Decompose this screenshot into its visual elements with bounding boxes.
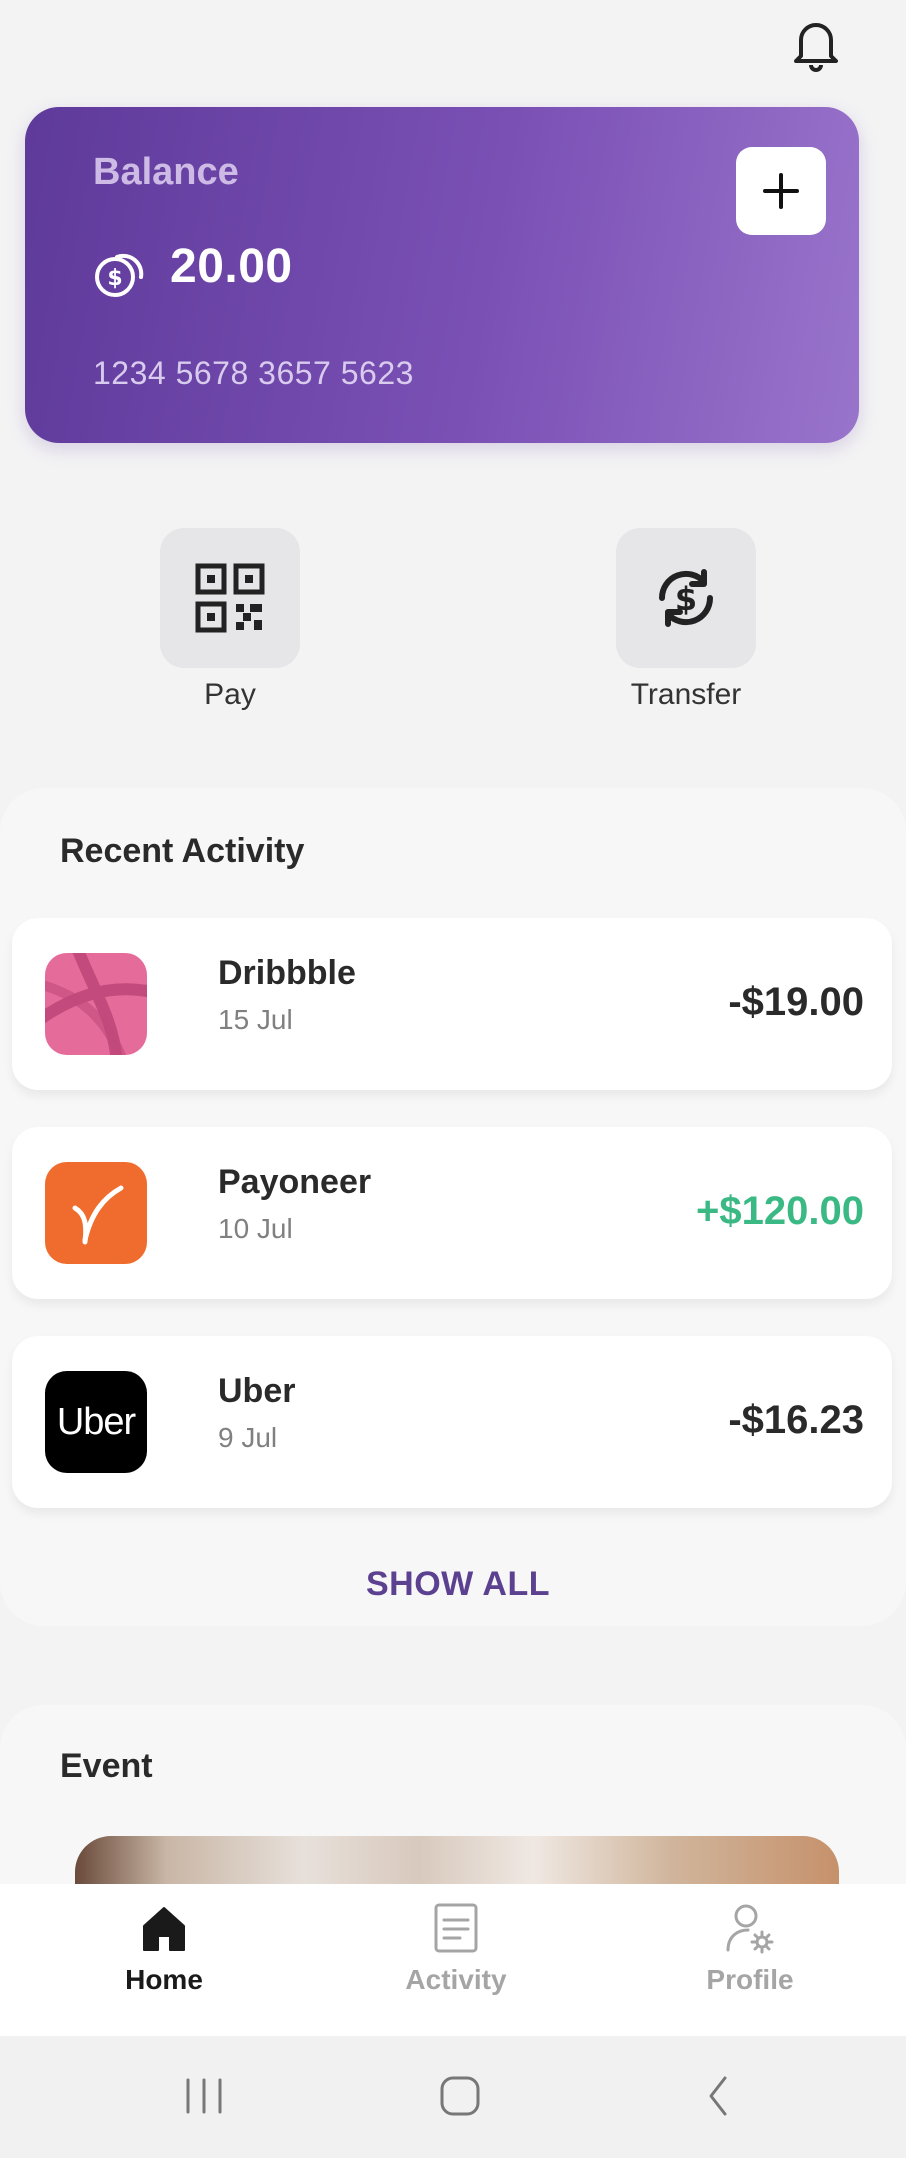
transaction-amount: +$120.00 xyxy=(696,1189,864,1233)
pay-action[interactable]: Pay xyxy=(160,528,300,712)
pay-button[interactable] xyxy=(160,528,300,668)
svg-text:$: $ xyxy=(675,580,697,618)
recent-activity-title: Recent Activity xyxy=(60,832,305,870)
transaction-name: Payoneer xyxy=(218,1163,372,1201)
qr-code-icon xyxy=(195,563,265,633)
pay-label: Pay xyxy=(204,678,256,711)
system-home-button[interactable] xyxy=(420,2064,500,2128)
home-icon xyxy=(143,1907,185,1951)
transfer-label: Transfer xyxy=(630,678,742,711)
tab-activity-label: Activity xyxy=(405,1964,507,1995)
plus-icon xyxy=(763,173,799,209)
recent-apps-button[interactable] xyxy=(164,2064,244,2128)
dribbble-logo xyxy=(45,953,147,1055)
payoneer-logo xyxy=(45,1162,147,1264)
transaction-row-uber[interactable]: Uber Uber 9 Jul -$16.23 xyxy=(12,1336,892,1508)
transaction-date: 10 Jul xyxy=(218,1213,293,1244)
transaction-amount: -$19.00 xyxy=(728,980,864,1024)
add-funds-button[interactable] xyxy=(736,147,826,235)
transaction-date: 15 Jul xyxy=(218,1004,293,1035)
system-navigation-bar xyxy=(0,2036,906,2158)
bottom-navigation: Home Activity Profile xyxy=(0,1884,906,2036)
dollar-coins-icon: $ xyxy=(95,253,144,297)
transaction-row-payoneer[interactable]: Payoneer 10 Jul +$120.00 xyxy=(12,1127,892,1299)
balance-amount: 20.00 xyxy=(170,240,293,293)
tab-profile-label: Profile xyxy=(706,1964,794,1995)
dollar-exchange-icon: $ xyxy=(658,569,714,627)
recent-apps-icon xyxy=(186,2078,222,2114)
home-circle-icon xyxy=(440,2076,480,2116)
transaction-date: 9 Jul xyxy=(218,1422,278,1453)
document-icon xyxy=(434,1903,478,1953)
transfer-action[interactable]: $ Transfer xyxy=(616,528,756,712)
uber-logo: Uber xyxy=(45,1371,147,1473)
event-title: Event xyxy=(60,1747,153,1785)
notifications-button[interactable] xyxy=(788,14,844,74)
system-back-button[interactable] xyxy=(678,2064,758,2128)
card-number: 1234 5678 3657 5623 xyxy=(93,355,414,391)
tab-home-label: Home xyxy=(125,1964,203,1995)
tab-activity[interactable]: Activity xyxy=(366,1902,546,2022)
transaction-name: Dribbble xyxy=(218,954,356,992)
balance-card: Balance $ 20.00 1234 5678 3657 5623 xyxy=(25,107,859,443)
transfer-button[interactable]: $ xyxy=(616,528,756,668)
back-icon xyxy=(709,2076,727,2116)
balance-label: Balance xyxy=(93,151,239,193)
tab-profile[interactable]: Profile xyxy=(660,1902,840,2022)
transaction-name: Uber xyxy=(218,1372,296,1410)
tab-home[interactable]: Home xyxy=(74,1902,254,2022)
user-settings-icon xyxy=(726,1904,774,1954)
bell-icon xyxy=(794,23,838,72)
transaction-amount: -$16.23 xyxy=(728,1398,864,1442)
transaction-row-dribbble[interactable]: Dribbble 15 Jul -$19.00 xyxy=(12,918,892,1090)
svg-text:$: $ xyxy=(107,266,122,291)
show-all-button[interactable]: SHOW ALL xyxy=(300,1565,616,1615)
